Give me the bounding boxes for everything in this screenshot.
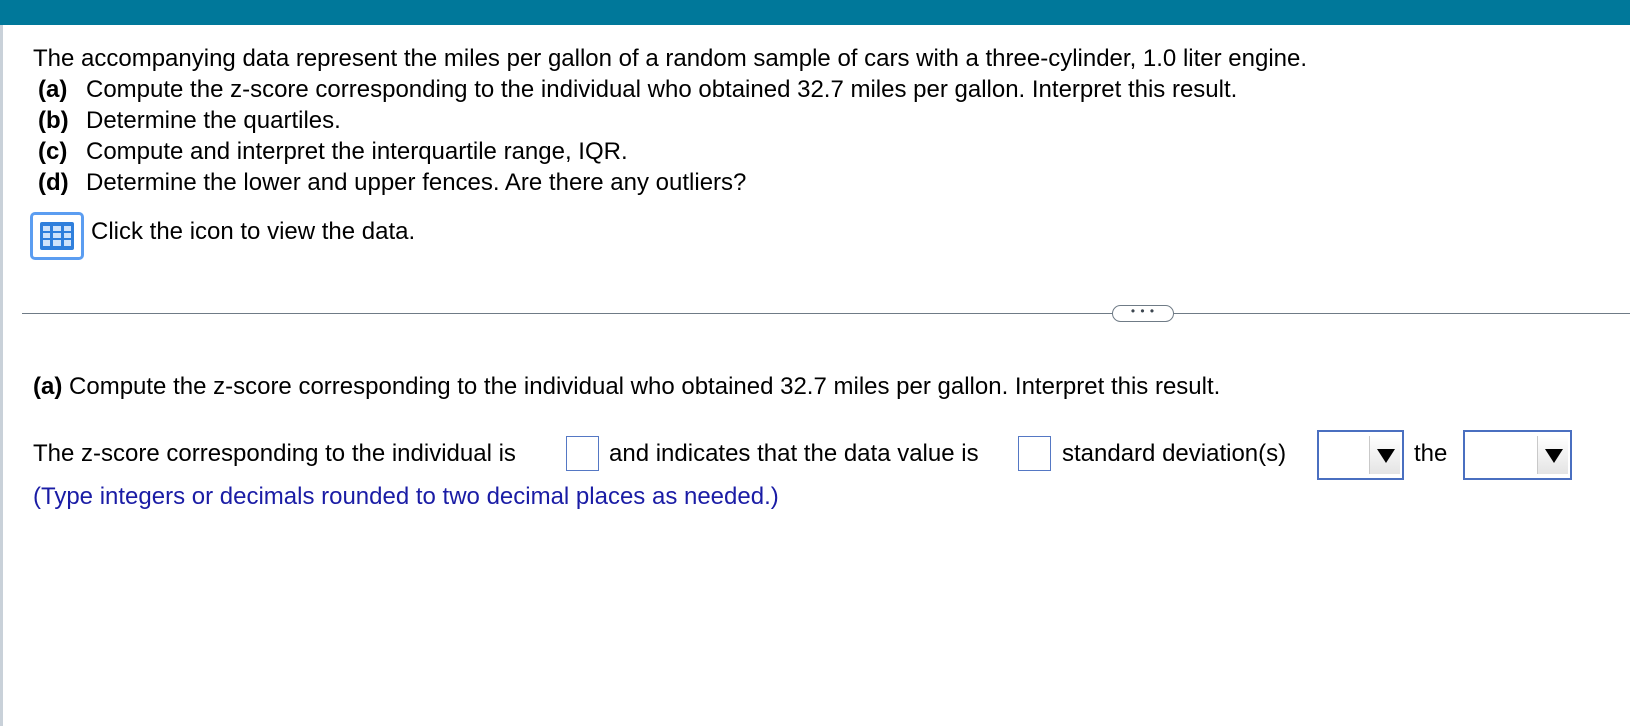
data-table-icon (40, 222, 74, 250)
answer-sentence-4: the (1414, 440, 1448, 467)
expand-more-button[interactable]: • • • (1112, 305, 1174, 322)
answer-sentence-3: standard deviation(s) (1062, 440, 1287, 467)
view-data-button[interactable] (30, 212, 84, 260)
part-label: (b) (38, 107, 69, 134)
answer-hint: (Type integers or decimals rounded to tw… (33, 483, 779, 510)
part-label: (a) (38, 76, 68, 103)
part-label: (a) (33, 373, 63, 400)
sd-count-input[interactable] (1018, 436, 1051, 471)
answer-sentence-2: and indicates that the data value is (609, 440, 979, 467)
direction-dropdown[interactable] (1317, 430, 1404, 480)
zscore-input[interactable] (566, 436, 599, 471)
dropdown-arrow-icon (1369, 436, 1400, 474)
part-text: Compute the z-score corresponding to the… (69, 373, 1221, 400)
part-text: Determine the quartiles. (86, 107, 341, 134)
view-data-link[interactable]: Click the icon to view the data. (91, 218, 415, 246)
part-text: Compute and interpret the interquartile … (86, 138, 628, 165)
part-text: Compute the z-score corresponding to the… (86, 76, 1238, 103)
question-part-a: (a) Compute the z-score corresponding to … (38, 76, 1237, 104)
answer-sentence-1: The z-score corresponding to the individ… (33, 440, 516, 467)
part-label: (c) (38, 138, 68, 165)
header-bar (0, 0, 1630, 25)
section-divider (22, 313, 1630, 314)
part-label: (d) (38, 169, 69, 196)
question-intro: The accompanying data represent the mile… (33, 45, 1308, 72)
question-part-d: (d) Determine the lower and upper fences.… (38, 169, 746, 197)
left-border (0, 25, 3, 726)
answer-part-heading: (a) Compute the z-score corresponding to… (33, 373, 1220, 401)
question-part-c: (c) Compute and interpret the interquarti… (38, 138, 628, 166)
part-text: Determine the lower and upper fences. Ar… (86, 169, 747, 196)
dropdown-arrow-icon (1537, 436, 1568, 474)
reference-dropdown[interactable] (1463, 430, 1572, 480)
question-part-b: (b) Determine the quartiles. (38, 107, 341, 135)
